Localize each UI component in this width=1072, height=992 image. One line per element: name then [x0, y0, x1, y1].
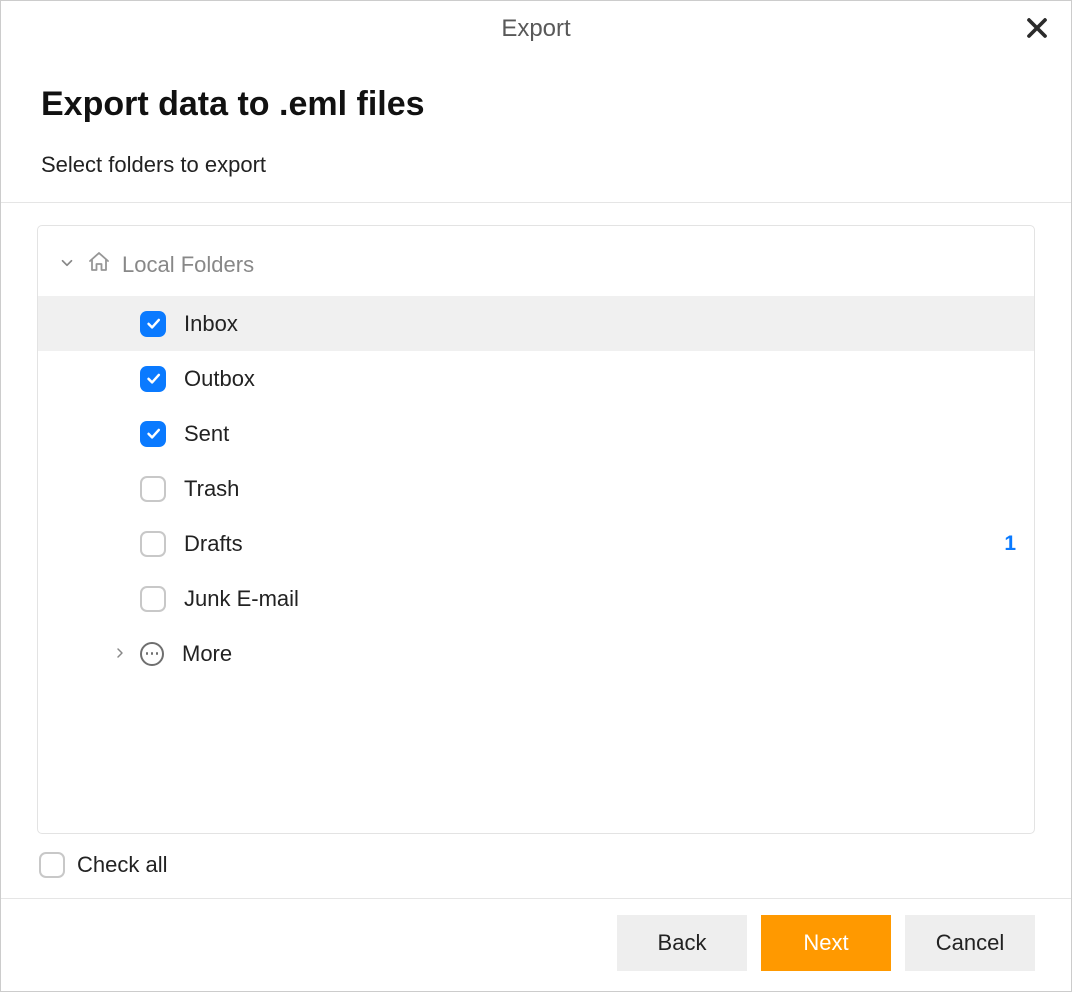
folder-label: Trash [184, 476, 1016, 502]
window-title: Export [501, 15, 570, 43]
folder-row[interactable]: Drafts 1 [38, 516, 1034, 571]
home-icon [87, 250, 111, 280]
ellipsis-circle-icon [140, 642, 164, 666]
folder-row[interactable]: Sent [38, 406, 1034, 461]
chevron-down-icon [58, 252, 76, 278]
folder-label: Junk E-mail [184, 586, 1016, 612]
page-subtitle: Select folders to export [41, 152, 1031, 178]
folder-label: Drafts [184, 531, 986, 557]
folder-checkbox[interactable] [140, 311, 166, 337]
folder-label: Outbox [184, 366, 1016, 392]
folder-count-badge: 1 [1004, 532, 1016, 556]
tree-root-label: Local Folders [122, 252, 254, 278]
folder-label: Sent [184, 421, 1016, 447]
header-block: Export data to .eml files Select folders… [1, 57, 1071, 203]
dialog-window: Export Export data to .eml files Select … [0, 0, 1072, 992]
folder-tree-panel: Local Folders Inbox Outbox Sent Trash Drafts… [37, 225, 1035, 834]
folder-row[interactable]: Trash [38, 461, 1034, 516]
folder-row[interactable]: Outbox [38, 351, 1034, 406]
check-all-row: Check all [37, 834, 1035, 888]
close-icon [1025, 16, 1049, 40]
titlebar: Export [1, 1, 1071, 57]
dialog-footer: Back Next Cancel [1, 899, 1071, 991]
tree-more-row[interactable]: More [38, 626, 1034, 681]
check-all-checkbox[interactable] [39, 852, 65, 878]
page-title: Export data to .eml files [41, 85, 1031, 124]
folder-checkbox[interactable] [140, 531, 166, 557]
tree-more-label: More [182, 641, 232, 667]
cancel-button[interactable]: Cancel [905, 915, 1035, 971]
back-button[interactable]: Back [617, 915, 747, 971]
folder-row[interactable]: Junk E-mail [38, 571, 1034, 626]
folder-checkbox[interactable] [140, 586, 166, 612]
check-all-label: Check all [77, 852, 167, 878]
next-button[interactable]: Next [761, 915, 891, 971]
folder-checkbox[interactable] [140, 476, 166, 502]
tree-root[interactable]: Local Folders [38, 240, 1034, 296]
folder-checkbox[interactable] [140, 366, 166, 392]
close-button[interactable] [1019, 10, 1055, 46]
folder-label: Inbox [184, 311, 1016, 337]
folder-row[interactable]: Inbox [38, 296, 1034, 351]
folder-checkbox[interactable] [140, 421, 166, 447]
content-area: Local Folders Inbox Outbox Sent Trash Drafts… [1, 203, 1071, 899]
chevron-right-icon [111, 641, 129, 667]
